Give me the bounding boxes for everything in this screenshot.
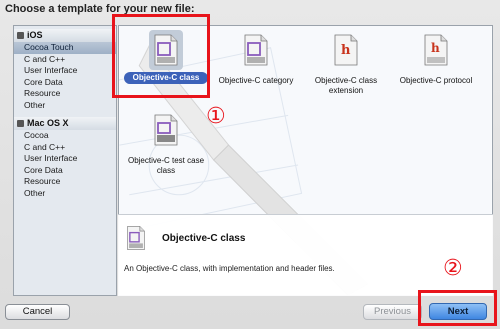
sidebar-item-other[interactable]: Other	[14, 100, 116, 112]
previous-button[interactable]: Previous	[363, 304, 422, 320]
template-objc-test-case-class[interactable]: Objective-C test case class	[121, 108, 211, 188]
sidebar-group-label: iOS	[27, 30, 43, 40]
sidebar-group-mac-os-x[interactable]: Mac OS X	[14, 117, 116, 130]
sidebar-item-cocoa-touch[interactable]: Cocoa Touch	[14, 42, 116, 54]
sidebar-item-resource[interactable]: Resource	[14, 176, 116, 188]
annotation-highlight-box	[112, 14, 210, 98]
sidebar-group-ios[interactable]: iOS	[14, 29, 116, 42]
sidebar-group-label: Mac OS X	[27, 118, 69, 128]
protocol-file-icon: h	[424, 34, 448, 66]
objc-category-icon	[244, 34, 268, 66]
annotation-marker-1: ①	[206, 104, 226, 129]
annotation-marker-2: ②	[443, 256, 463, 281]
sidebar-item-core-data[interactable]: Core Data	[14, 77, 116, 89]
cancel-button[interactable]: Cancel	[5, 304, 70, 320]
description-text: An Objective-C class, with implementatio…	[124, 264, 335, 273]
svg-text:h: h	[341, 43, 351, 58]
sidebar-item-c-and-cpp[interactable]: C and C++	[14, 54, 116, 66]
template-label: Objective-C test case class	[127, 156, 205, 175]
template-description-panel: Objective-C class An Objective-C class, …	[118, 214, 493, 296]
ios-icon	[17, 32, 24, 39]
sidebar-item-user-interface[interactable]: User Interface	[14, 65, 116, 77]
objc-file-icon	[127, 226, 145, 250]
mac-os-x-icon	[17, 120, 24, 127]
description-title: Objective-C class	[162, 233, 246, 244]
template-objc-class-extension[interactable]: h Objective-C class extension	[301, 28, 391, 108]
sidebar-item-other[interactable]: Other	[14, 188, 116, 200]
template-label: Objective-C class extension	[314, 76, 378, 95]
test-file-icon	[154, 114, 178, 146]
sidebar-item-resource[interactable]: Resource	[14, 88, 116, 100]
template-label: Objective-C protocol	[399, 76, 473, 85]
next-button[interactable]: Next	[429, 303, 487, 320]
template-objc-category[interactable]: Objective-C category	[211, 28, 301, 108]
header-file-icon: h	[334, 34, 358, 66]
svg-text:h: h	[431, 41, 440, 55]
sidebar-item-c-and-cpp[interactable]: C and C++	[14, 142, 116, 154]
template-label: Objective-C category	[218, 76, 294, 85]
sidebar-item-user-interface[interactable]: User Interface	[14, 153, 116, 165]
template-category-sidebar: iOS Cocoa Touch C and C++ User Interface…	[13, 25, 117, 296]
template-objc-protocol[interactable]: h Objective-C protocol	[391, 28, 481, 108]
sidebar-item-core-data[interactable]: Core Data	[14, 165, 116, 177]
sidebar-item-cocoa[interactable]: Cocoa	[14, 130, 116, 142]
